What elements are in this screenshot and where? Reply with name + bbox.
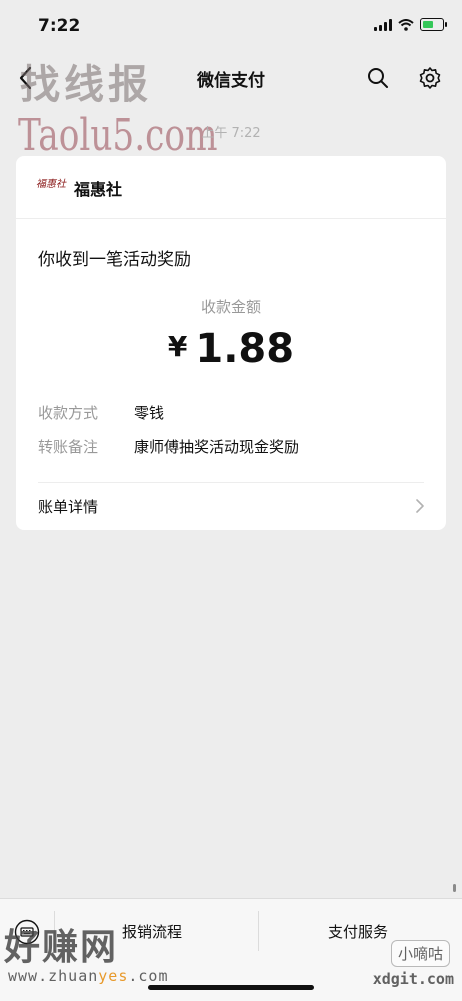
amount-label: 收款金额	[200, 298, 261, 316]
status-icons	[374, 18, 447, 31]
detail-key: 收款方式	[38, 404, 99, 422]
signal-icon	[374, 18, 392, 31]
battery-icon	[420, 18, 447, 31]
status-time: 7:22	[38, 16, 81, 36]
wifi-icon	[398, 18, 414, 31]
keyboard-toggle-icon[interactable]	[14, 919, 40, 945]
tab-payment-services[interactable]: 支付服务	[328, 921, 388, 942]
settings-gear-icon[interactable]	[418, 66, 442, 90]
payment-notification-card[interactable]: 福惠社 福惠社 你收到一笔活动奖励 收款金额 ¥1.88 收款方式 零钱 转账备…	[16, 156, 446, 530]
chevron-right-icon	[416, 499, 424, 513]
amount-value: 1.88	[195, 326, 295, 372]
scroll-indicator	[453, 884, 456, 892]
bill-details-label: 账单详情	[38, 498, 99, 516]
brand-logo: 福惠社	[36, 179, 66, 190]
message-timestamp: 上午 7:22	[201, 126, 261, 141]
page-title: 微信支付	[197, 71, 265, 91]
detail-value: 康师傅抽奖活动现金奖励	[134, 438, 300, 456]
amount: ¥1.88	[16, 326, 446, 372]
detail-value: 零钱	[134, 404, 165, 422]
notice-title: 你收到一笔活动奖励	[38, 250, 191, 270]
brand-name: 福惠社	[74, 180, 123, 199]
search-icon[interactable]	[366, 66, 390, 90]
status-bar: 7:22	[0, 0, 462, 54]
nav-bar: 微信支付	[0, 54, 462, 102]
battery-level	[423, 21, 433, 28]
divider	[258, 911, 259, 951]
bill-details-link[interactable]: 账单详情	[16, 482, 446, 530]
divider	[54, 911, 55, 951]
tab-reimbursement[interactable]: 报销流程	[122, 921, 182, 942]
detail-key: 转账备注	[38, 438, 99, 456]
currency-symbol: ¥	[167, 330, 188, 363]
home-indicator	[148, 985, 314, 990]
card-header: 福惠社 福惠社	[16, 156, 446, 219]
